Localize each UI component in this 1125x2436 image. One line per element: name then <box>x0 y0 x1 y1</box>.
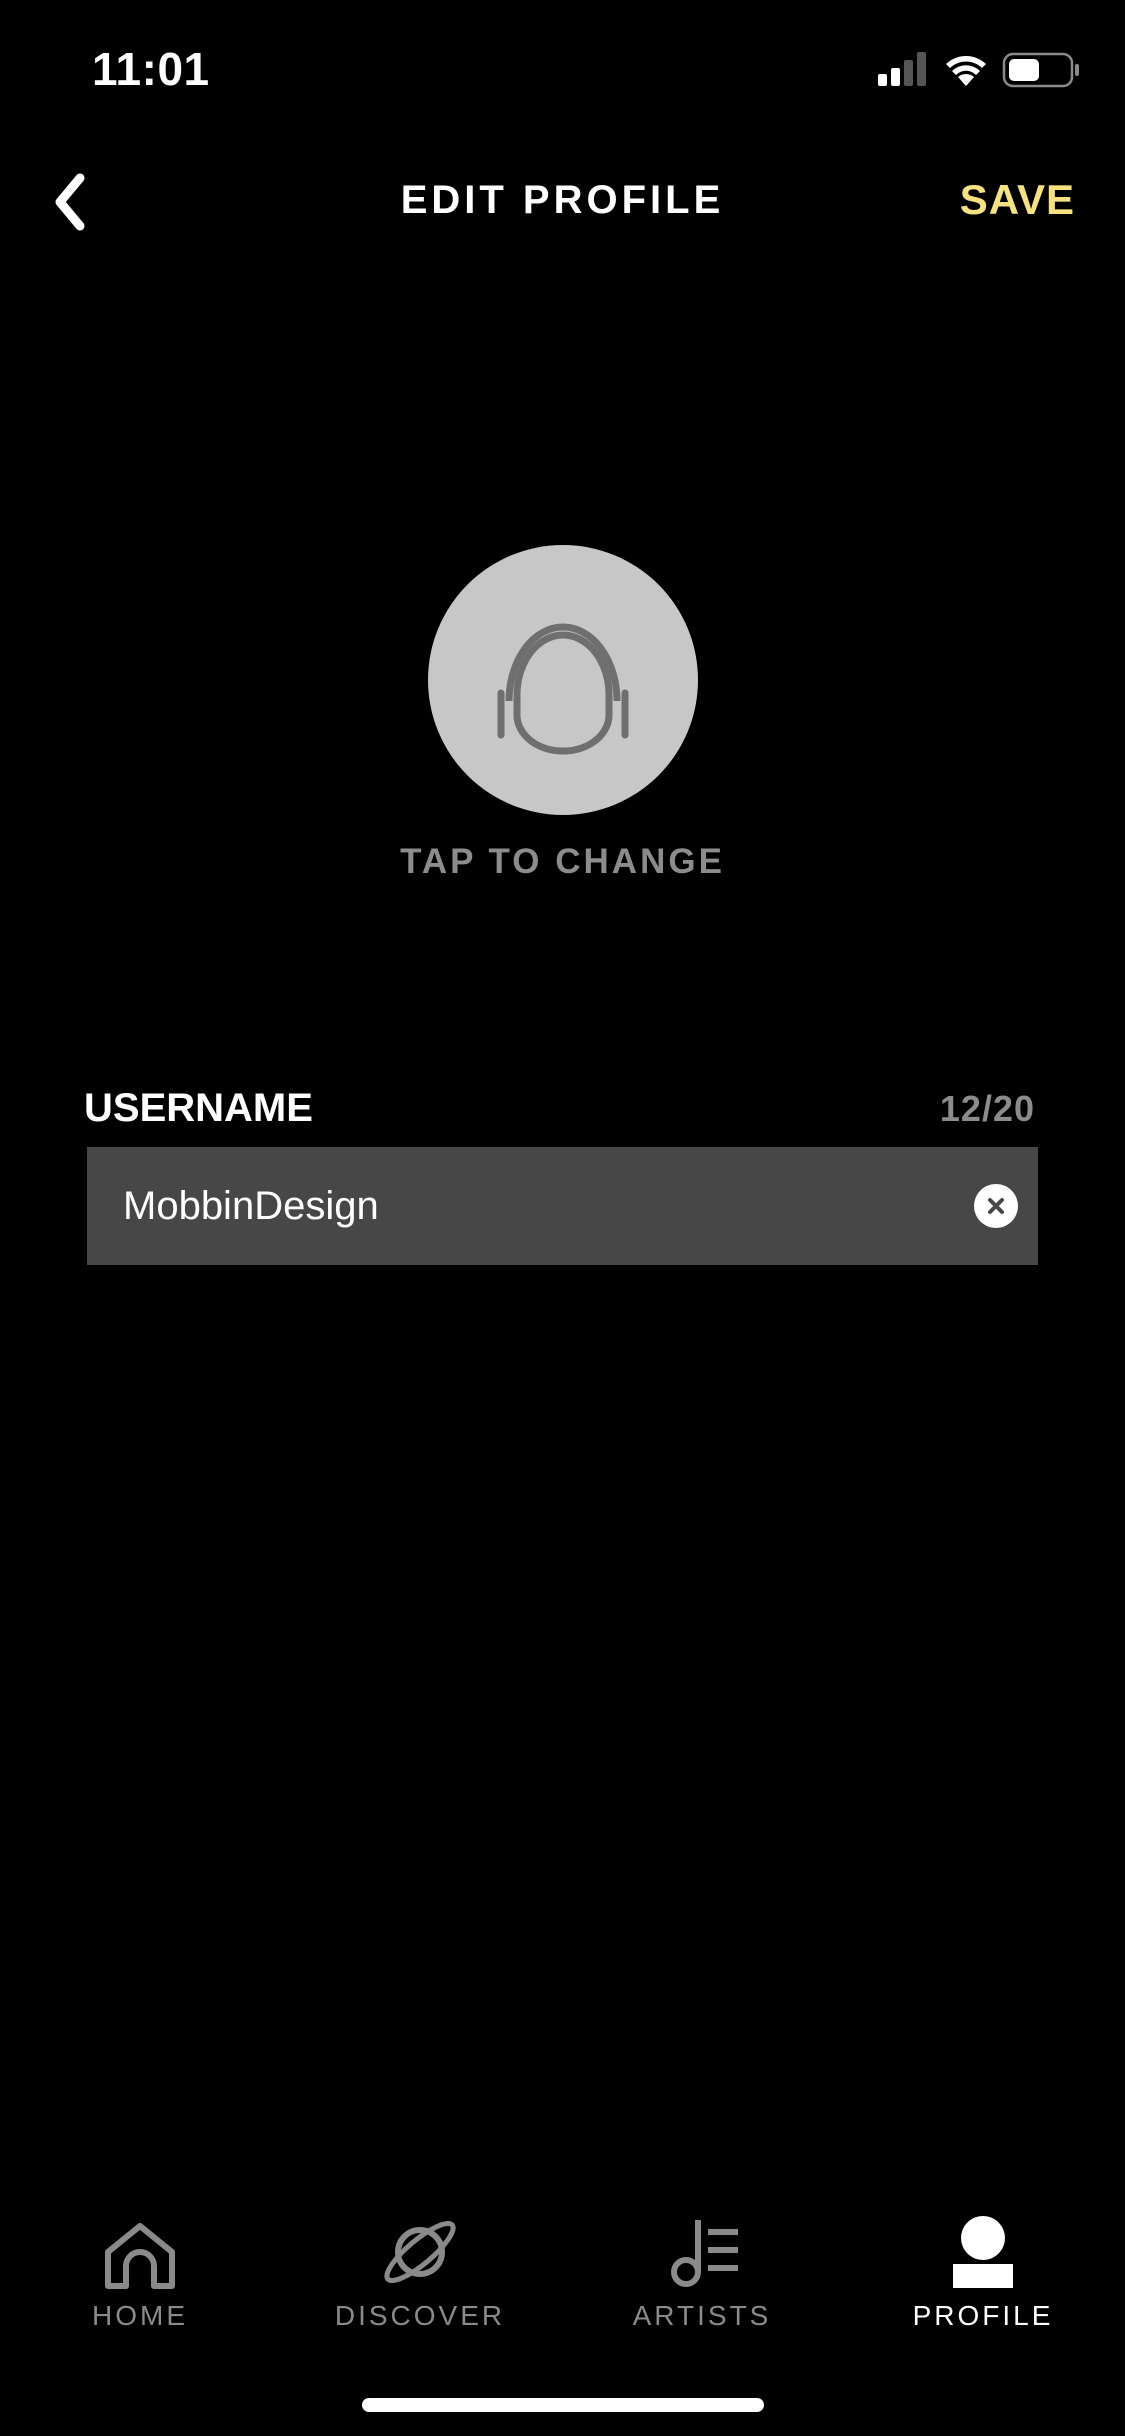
tab-bar: HOME DISCOVER ARTISTS PROFILE <box>0 2200 1125 2350</box>
home-indicator[interactable] <box>362 2398 764 2412</box>
save-button[interactable]: SAVE <box>960 176 1075 224</box>
avatar[interactable] <box>428 545 698 815</box>
page-title: EDIT PROFILE <box>400 178 725 222</box>
status-icons <box>878 48 1083 92</box>
tab-profile[interactable]: PROFILE <box>883 2200 1083 2350</box>
status-time: 11:01 <box>92 43 210 95</box>
tab-discover[interactable]: DISCOVER <box>320 2200 520 2350</box>
tab-artists-label: ARTISTS <box>632 2300 772 2331</box>
tab-artists[interactable]: ARTISTS <box>602 2200 802 2350</box>
tab-home-label: HOME <box>92 2300 188 2331</box>
music-note-list-icon <box>671 2220 738 2287</box>
tap-to-change-label[interactable]: TAP TO CHANGE <box>0 842 1125 882</box>
clear-button[interactable] <box>974 1184 1018 1228</box>
headphones-helmet-icon <box>497 623 629 755</box>
wifi-icon <box>946 56 986 86</box>
tab-profile-label: PROFILE <box>912 2300 1054 2331</box>
username-input[interactable] <box>123 1147 943 1265</box>
header: EDIT PROFILE SAVE <box>0 150 1125 254</box>
signal-icon <box>878 52 926 86</box>
tab-discover-label: DISCOVER <box>334 2300 506 2331</box>
clear-icon <box>988 1198 1004 1214</box>
battery-icon <box>1002 52 1079 88</box>
planet-icon <box>384 2220 456 2284</box>
username-label: USERNAME <box>84 1086 313 1130</box>
username-field[interactable] <box>87 1147 1038 1265</box>
tab-home[interactable]: HOME <box>40 2200 240 2350</box>
username-char-counter: 12/20 <box>939 1088 1035 1129</box>
home-icon <box>105 2223 175 2289</box>
status-bar: 11:01 <box>0 0 1125 132</box>
profile-icon <box>953 2216 1013 2288</box>
